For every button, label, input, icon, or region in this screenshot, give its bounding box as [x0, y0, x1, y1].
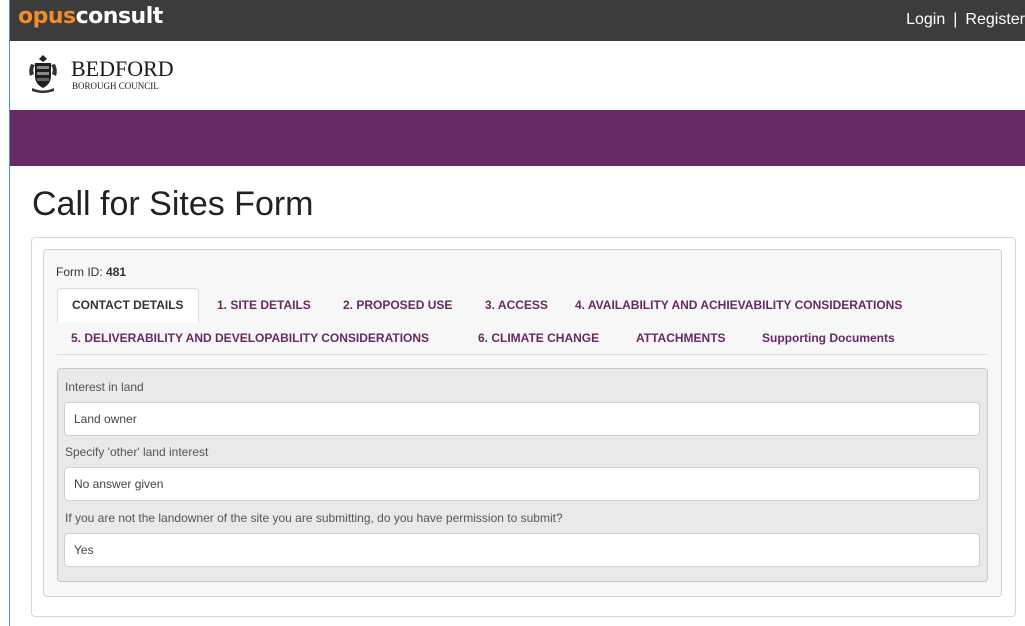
field-label-interest: Interest in land [65, 380, 144, 394]
tab-supporting-documents[interactable]: Supporting Documents [762, 330, 895, 346]
field-label-other-interest: Specify 'other' land interest [65, 445, 209, 459]
field-value-interest[interactable]: Land owner [64, 402, 980, 436]
opusconsult-logo[interactable]: opusconsult [18, 4, 163, 30]
register-link[interactable]: Register [965, 11, 1025, 28]
tabs-divider [57, 354, 988, 355]
window-edge [9, 0, 10, 626]
brand-consult: consult [75, 4, 164, 29]
field-value-permission[interactable]: Yes [64, 533, 980, 567]
tab-proposed-use[interactable]: 2. PROPOSED USE [343, 297, 452, 313]
council-name: BEDFORD [71, 56, 174, 81]
form-id-value: 481 [106, 265, 127, 279]
tab-site-details[interactable]: 1. SITE DETAILS [217, 297, 311, 313]
top-bar: opusconsult Login | Register [10, 0, 1025, 41]
field-value-other-interest[interactable]: No answer given [64, 467, 980, 501]
field-label-permission: If you are not the landowner of the site… [65, 511, 563, 525]
tab-deliverability[interactable]: 5. DELIVERABILITY AND DEVELOPABILITY CON… [71, 330, 429, 346]
nav-separator: | [953, 11, 958, 28]
top-nav: Login | Register [906, 10, 1025, 30]
council-subtitle: BOROUGH COUNCIL [72, 81, 159, 91]
login-link[interactable]: Login [906, 11, 945, 28]
coat-of-arms-icon [29, 55, 57, 93]
form-id-label: Form ID: [56, 265, 103, 279]
tab-attachments[interactable]: ATTACHMENTS [636, 330, 726, 346]
tab-contact-details[interactable]: CONTACT DETAILS [57, 288, 199, 323]
tab-access[interactable]: 3. ACCESS [485, 297, 548, 313]
tab-availability[interactable]: 4. AVAILABILITY AND ACHIEVABILITY CONSID… [575, 297, 902, 313]
brand-opus: opus [18, 4, 76, 29]
page-title: Call for Sites Form [32, 185, 314, 223]
banner-band [10, 110, 1025, 166]
tab-climate-change[interactable]: 6. CLIMATE CHANGE [478, 330, 599, 346]
form-id: Form ID: 481 [56, 264, 126, 280]
